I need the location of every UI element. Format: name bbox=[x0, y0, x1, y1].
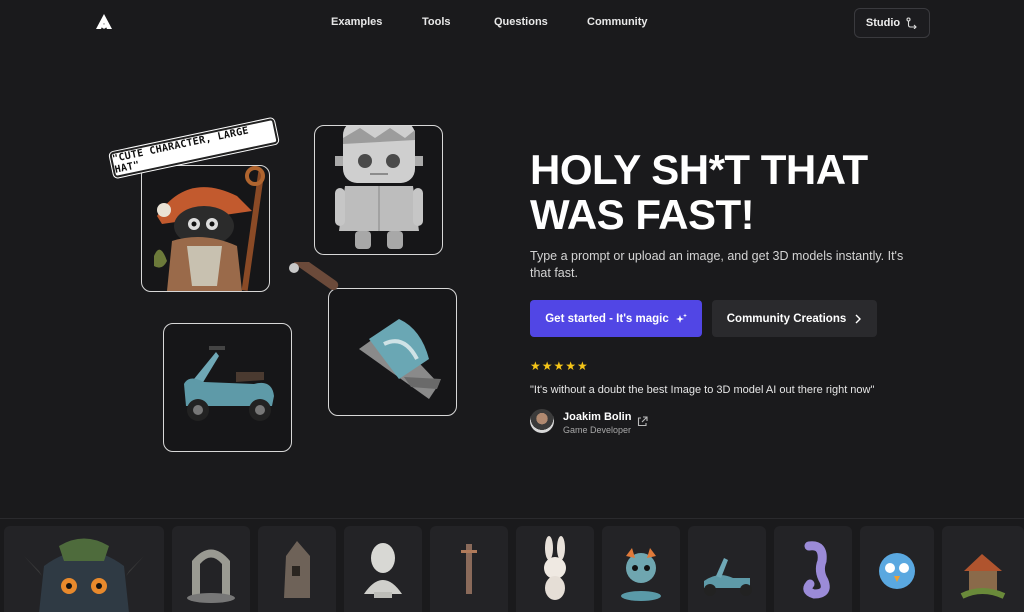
wooden-tower-image bbox=[284, 541, 310, 598]
hero-title: HOLY SH*T THAT WAS FAST! bbox=[530, 147, 950, 237]
hero-title-line2: WAS FAST! bbox=[530, 191, 755, 238]
chevron-right-icon bbox=[855, 314, 862, 323]
avatar bbox=[530, 409, 554, 433]
scooter-card[interactable] bbox=[163, 323, 292, 452]
gallery-item-sword[interactable] bbox=[430, 526, 508, 612]
community-creations-label: Community Creations bbox=[726, 312, 847, 325]
hero-title-line1: HOLY SH*T THAT bbox=[530, 146, 868, 193]
studio-button[interactable]: Studio bbox=[854, 8, 930, 38]
studio-label: Studio bbox=[865, 17, 901, 29]
nav-tools[interactable]: Tools bbox=[422, 16, 451, 28]
community-creations-button[interactable]: Community Creations bbox=[712, 300, 877, 337]
sword-handle-image bbox=[289, 262, 339, 291]
gallery-item-seahorse[interactable] bbox=[774, 526, 852, 612]
rating-stars: ★★★★★ bbox=[530, 359, 589, 373]
sparkles-icon bbox=[675, 313, 687, 323]
gallery-item-bunny[interactable] bbox=[516, 526, 594, 612]
testimonial-quote: "It's without a doubt the best Image to … bbox=[530, 384, 875, 396]
nav-examples[interactable]: Examples bbox=[331, 16, 382, 28]
gallery-item-monster-head[interactable] bbox=[4, 526, 164, 612]
top-nav: Examples Tools Questions Community Studi… bbox=[0, 0, 1024, 46]
author-name: Joakim Bolin bbox=[563, 411, 632, 423]
scooter-image bbox=[184, 346, 274, 421]
sword-image bbox=[461, 544, 477, 594]
scooter-small-image bbox=[704, 558, 752, 596]
stone-arch-image bbox=[187, 549, 235, 603]
gallery-strip bbox=[0, 518, 1024, 612]
frankenstein-toy-image bbox=[335, 126, 423, 249]
marble-bust-image bbox=[364, 543, 402, 598]
triangle-logo-icon[interactable] bbox=[95, 13, 113, 31]
gallery-item-blue-bird[interactable] bbox=[860, 526, 934, 612]
ornate-sword-image bbox=[359, 319, 441, 399]
frankenstein-toy-card[interactable] bbox=[314, 125, 443, 255]
nav-questions[interactable]: Questions bbox=[494, 16, 548, 28]
seahorse-image bbox=[803, 541, 830, 599]
monster-head-image bbox=[24, 538, 144, 612]
wizard-character-card[interactable] bbox=[141, 165, 270, 292]
gallery-item-marble-bust[interactable] bbox=[344, 526, 422, 612]
external-link-icon[interactable] bbox=[637, 416, 648, 427]
dragon-image bbox=[621, 548, 661, 601]
treehouse-image bbox=[960, 554, 1006, 599]
gallery-item-scooter[interactable] bbox=[688, 526, 766, 612]
author-role: Game Developer bbox=[563, 425, 632, 435]
hero-subtitle: Type a prompt or upload an image, and ge… bbox=[530, 249, 904, 280]
gallery-item-treehouse[interactable] bbox=[942, 526, 1024, 612]
bunny-image bbox=[544, 536, 566, 600]
route-icon bbox=[906, 17, 917, 29]
wizard-character-image bbox=[154, 166, 265, 291]
gallery-item-stone-arch[interactable] bbox=[172, 526, 250, 612]
get-started-button[interactable]: Get started - It's magic bbox=[530, 300, 702, 337]
nav-community[interactable]: Community bbox=[587, 16, 648, 28]
get-started-label: Get started - It's magic bbox=[545, 312, 669, 325]
gallery-item-wooden-tower[interactable] bbox=[258, 526, 336, 612]
blue-bird-image bbox=[879, 553, 915, 589]
gallery-item-dragon[interactable] bbox=[602, 526, 680, 612]
